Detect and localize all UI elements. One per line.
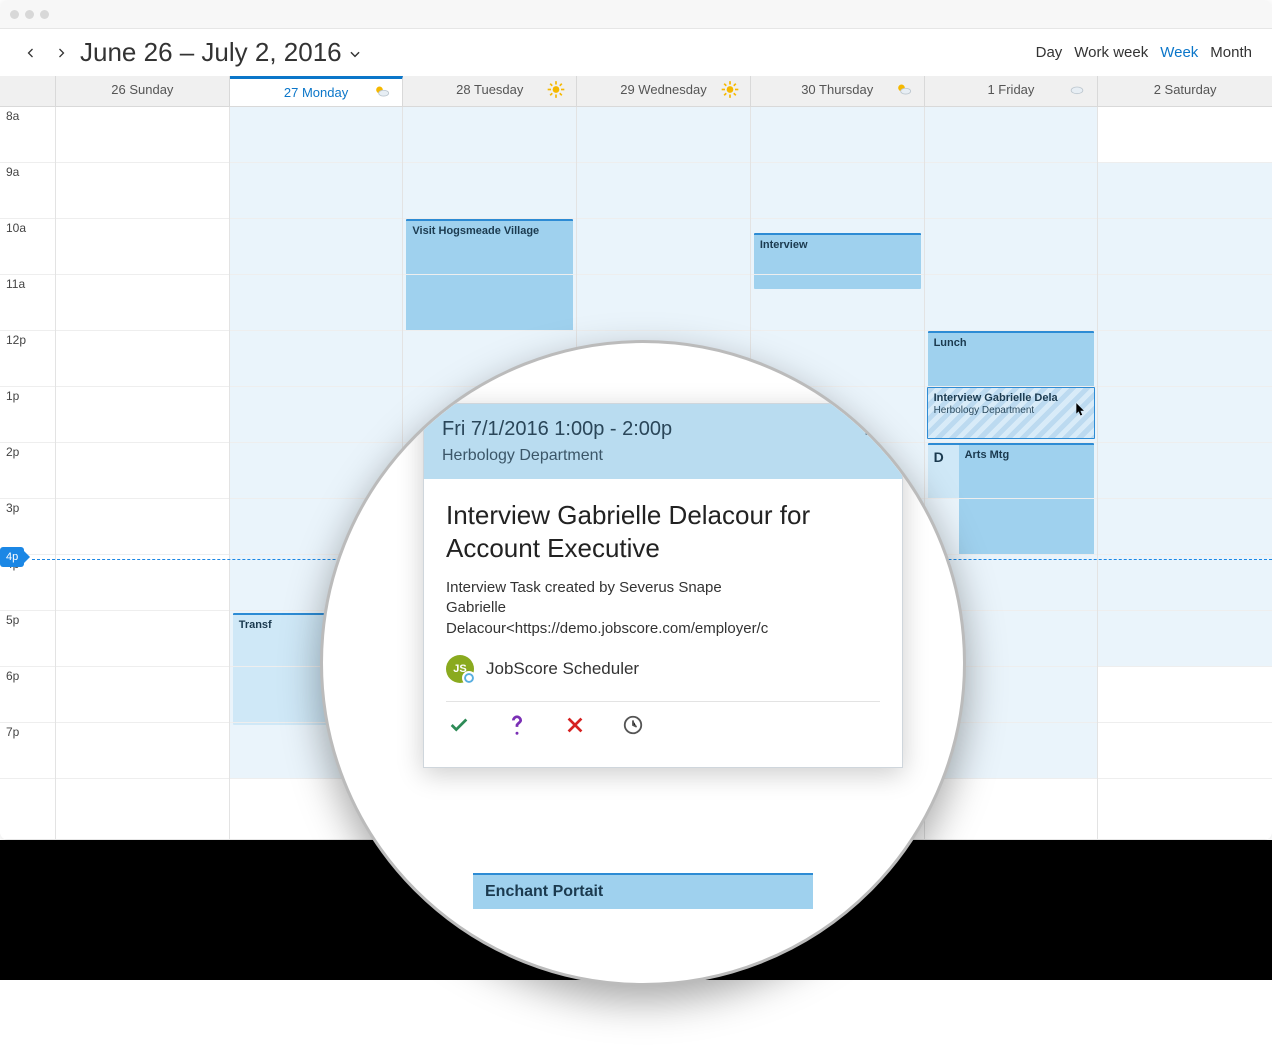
popup-datetime: Fri 7/1/2016 1:00p - 2:00p [442,418,672,441]
cloudy-icon [1067,80,1087,103]
traffic-dot [40,10,49,19]
traffic-dot [25,10,34,19]
day-header[interactable]: 26 Sunday [56,76,230,106]
popup-description: Interview Task created by Severus Snape … [446,578,880,639]
date-range-dropdown[interactable]: June 26 – July 2, 2016 [80,37,362,68]
view-month[interactable]: Month [1210,44,1252,61]
day-header-row: 26 Sunday 27 Monday 28 Tuesday 29 Wednes… [0,76,1272,107]
day-label: 28 Tuesday [456,82,523,97]
organizer-name: JobScore Scheduler [486,659,639,679]
window-titlebar [0,0,1272,29]
question-icon [506,714,528,736]
desc-line: Delacour<https://demo.jobscore.com/emplo… [446,620,768,637]
time-label: 11a [0,275,55,331]
magnifier-overlay: Fri 7/1/2016 1:00p - 2:00p Herbology Dep… [320,340,966,986]
now-time-badge: 4p [0,547,24,567]
day-header[interactable]: 1 Friday [925,76,1099,106]
clock-icon [622,714,644,736]
day-column-sat[interactable] [1098,107,1272,839]
event-popup: Fri 7/1/2016 1:00p - 2:00p Herbology Dep… [423,403,903,768]
partly-sunny-icon [894,80,914,103]
time-label: 12p [0,331,55,387]
nav-group: June 26 – July 2, 2016 [20,37,362,68]
view-week[interactable]: Week [1160,44,1198,61]
time-label: 2p [0,443,55,499]
day-column-sun[interactable] [56,107,230,839]
propose-time-button[interactable] [622,714,644,741]
view-switcher: Day Work week Week Month [1036,44,1252,61]
time-label: 7p [0,723,55,779]
day-header[interactable]: 29 Wednesday [577,76,751,106]
accept-button[interactable] [448,714,470,741]
gutter-header [0,76,56,106]
decline-button[interactable] [564,714,586,741]
popup-location: Herbology Department [442,447,672,465]
tentative-button[interactable] [506,714,528,741]
event-title: Enchant Portait [485,883,603,900]
traffic-dot [10,10,19,19]
organizer-row: JS JobScore Scheduler [446,655,880,683]
calendar-header: June 26 – July 2, 2016 Day Work week Wee… [0,29,1272,76]
time-label: 8a [0,107,55,163]
prev-week-button[interactable] [20,42,42,64]
chevron-left-icon [25,47,37,59]
day-label: 2 Saturday [1154,82,1217,97]
time-label: 6p [0,667,55,723]
check-icon [448,714,470,736]
day-label: 1 Friday [987,82,1034,97]
day-label: 29 Wednesday [620,82,707,97]
view-workweek[interactable]: Work week [1074,44,1148,61]
time-label: 10a [0,219,55,275]
background-event[interactable]: Enchant Portait [473,873,813,909]
time-label: 1p [0,387,55,443]
day-label: 30 Thursday [801,82,873,97]
sunny-icon [720,80,740,103]
time-label: 5p [0,611,55,667]
chevron-down-icon [348,47,362,61]
popup-body: Interview Gabrielle Delacour for Account… [424,479,902,767]
avatar: JS [446,655,474,683]
day-header[interactable]: 28 Tuesday [403,76,577,106]
sunny-icon [546,80,566,103]
time-label: 9a [0,163,55,219]
presence-icon [462,671,476,685]
popup-header: Fri 7/1/2016 1:00p - 2:00p Herbology Dep… [424,404,902,479]
view-day[interactable]: Day [1036,44,1063,61]
day-label: 26 Sunday [111,82,173,97]
x-icon [564,714,586,736]
desc-line: Gabrielle [446,599,506,616]
day-header[interactable]: 2 Saturday [1098,76,1272,106]
open-item-button[interactable] [864,418,884,443]
open-in-window-icon [864,418,884,438]
day-header-today[interactable]: 27 Monday [230,76,404,106]
next-week-button[interactable] [50,42,72,64]
day-header[interactable]: 30 Thursday [751,76,925,106]
rsvp-actions [446,714,880,747]
partly-sunny-icon [372,81,392,104]
desc-line: Interview Task created by Severus Snape [446,579,722,596]
time-gutter: 8a 9a 10a 11a 12p 1p 2p 3p 4p 5p 6p 7p [0,107,56,839]
date-range-label: June 26 – July 2, 2016 [80,37,342,68]
chevron-right-icon [55,47,67,59]
popup-separator [446,701,880,702]
day-label: 27 Monday [284,85,348,100]
popup-title: Interview Gabrielle Delacour for Account… [446,499,880,564]
